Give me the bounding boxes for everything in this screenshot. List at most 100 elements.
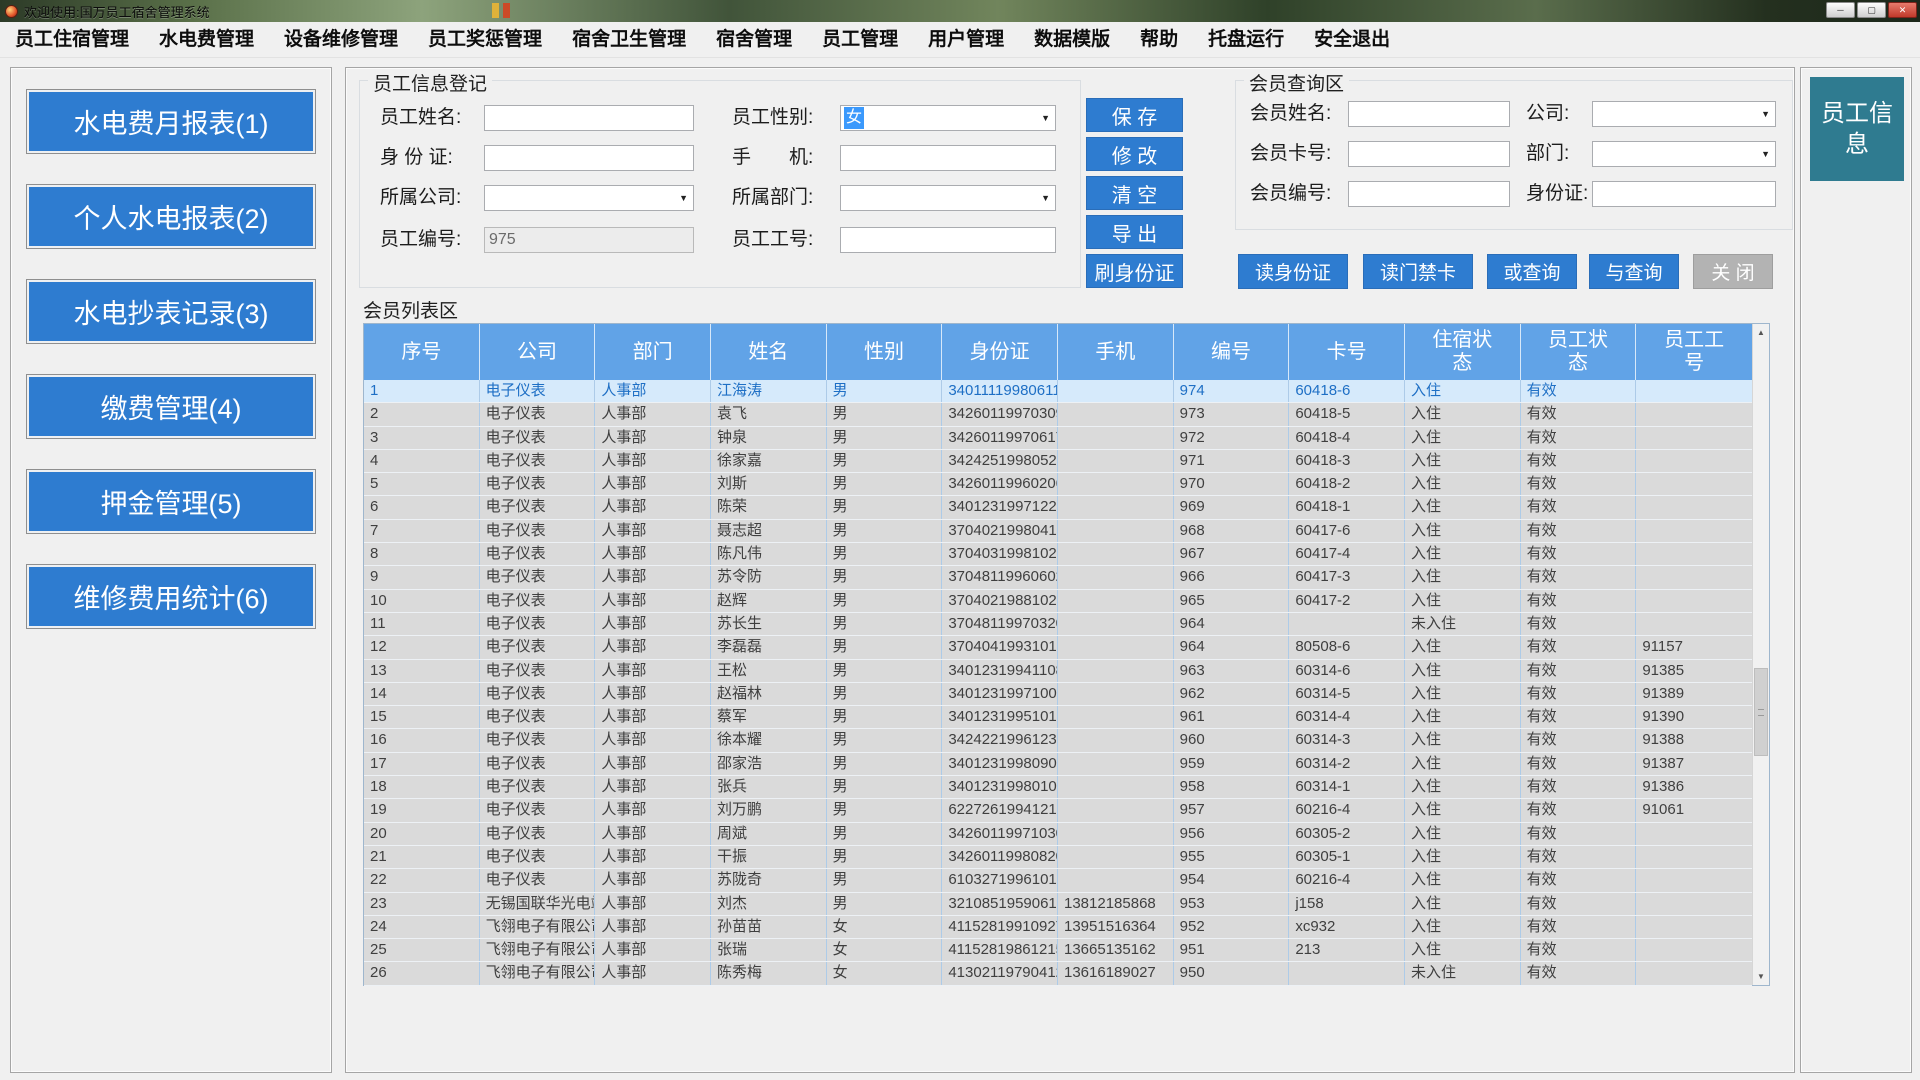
employee-workno-input[interactable] [840,227,1056,253]
sidebar-button-1[interactable]: 水电费月报表(1) [26,89,316,154]
scroll-up-icon[interactable]: ▲ [1753,324,1769,341]
cell: 1 [364,380,480,402]
table-row[interactable]: 25飞翎电子有限公司人事部张瑞女4115281986121529...13665… [364,939,1752,962]
table-row[interactable]: 2电子仪表人事部袁飞男3426011997030946...97360418-5… [364,403,1752,426]
chevron-down-icon: ▼ [679,194,688,203]
read-idcard-query-button[interactable]: 读身份证 [1238,254,1348,289]
clear-button[interactable]: 清 空 [1086,176,1183,210]
table-row[interactable]: 4电子仪表人事部徐家嘉男3424251998052705...97160418-… [364,450,1752,473]
table-row[interactable]: 19电子仪表人事部刘万鹏男6227261994121530...95760216… [364,799,1752,822]
table-row[interactable]: 13电子仪表人事部王松男3401231994110848...96360314-… [364,660,1752,683]
cell: 3401231997122516... [942,496,1058,518]
table-row[interactable]: 1电子仪表人事部江海涛男3401111998061105...97460418-… [364,380,1752,403]
cell: 60314-5 [1289,683,1405,705]
chevron-down-icon: ▼ [1761,110,1770,119]
employee-department-combo[interactable]: ▼ [840,185,1056,211]
table-row[interactable]: 8电子仪表人事部陈凡伟男3704031998102841...96760417-… [364,543,1752,566]
query-idcard-input[interactable] [1592,181,1776,207]
employee-info-button[interactable]: 员工信息 [1810,77,1904,181]
sidebar-panel: 水电费月报表(1) 个人水电报表(2) 水电抄表记录(3) 缴费管理(4) 押金管理(5… [10,67,332,1073]
query-company-combo[interactable]: ▼ [1592,101,1776,127]
menu-item-2[interactable]: 水电费管理 [144,22,269,57]
employee-company-combo[interactable]: ▼ [484,185,694,211]
menu-item-6[interactable]: 宿舍管理 [701,22,807,57]
menu-item-7[interactable]: 员工管理 [807,22,913,57]
member-card-input[interactable] [1348,141,1510,167]
minimize-button[interactable]: ─ [1826,2,1855,18]
cell [1058,613,1174,635]
employee-mobile-input[interactable] [840,145,1056,171]
menu-item-9[interactable]: 数据模版 [1019,22,1125,57]
member-name-input[interactable] [1348,101,1510,127]
table-row[interactable]: 11电子仪表人事部苏长生男3704811997032038...964未入住有效 [364,613,1752,636]
cell: 人事部 [595,776,711,798]
sidebar-button-3[interactable]: 水电抄表记录(3) [26,279,316,344]
read-doorcard-button[interactable]: 读门禁卡 [1363,254,1473,289]
cell: 电子仪表 [480,590,596,612]
menu-item-12[interactable]: 安全退出 [1299,22,1405,57]
menu-item-3[interactable]: 设备维修管理 [269,22,413,57]
table-row[interactable]: 10电子仪表人事部赵辉男3704021988102453...96560417-… [364,590,1752,613]
cell: 人事部 [595,636,711,658]
close-query-button[interactable]: 关 闭 [1693,254,1773,289]
modify-button[interactable]: 修 改 [1086,137,1183,171]
query-department-combo[interactable]: ▼ [1592,141,1776,167]
table-row[interactable]: 12电子仪表人事部李磊磊男3704041993101250...96480508… [364,636,1752,659]
cell: 苏陇奇 [711,869,827,891]
cell: 3424221996123052... [942,729,1058,751]
cell: 无锡国联华光电站... [480,893,596,915]
close-button[interactable]: ✕ [1888,2,1917,18]
cell [1058,683,1174,705]
or-query-button[interactable]: 或查询 [1487,254,1577,289]
table-row[interactable]: 26飞翎电子有限公司人事部陈秀梅女4130211979041219...1361… [364,962,1752,985]
sidebar-button-6[interactable]: 维修费用统计(6) [26,564,316,629]
sidebar-button-5[interactable]: 押金管理(5) [26,469,316,534]
table-row[interactable]: 22电子仪表人事部苏陇奇男6103271996101234...95460216… [364,869,1752,892]
cell: 4115281986121529... [942,939,1058,961]
menu-item-8[interactable]: 用户管理 [913,22,1019,57]
cell: 电子仪表 [480,753,596,775]
table-row[interactable]: 23无锡国联华光电站...人事部刘杰男3210851959061318...13… [364,893,1752,916]
export-button[interactable]: 导 出 [1086,215,1183,249]
cell [1289,962,1405,984]
table-row[interactable]: 18电子仪表人事部张兵男3401231998010348...95860314-… [364,776,1752,799]
table-row[interactable]: 20电子仪表人事部周斌男3426011997103040...95660305-… [364,823,1752,846]
employee-gender-value: 女 [844,107,864,129]
scroll-down-icon[interactable]: ▼ [1753,968,1769,985]
table-row[interactable]: 14电子仪表人事部赵福林男3401231997100572...96260314… [364,683,1752,706]
sidebar-button-4[interactable]: 缴费管理(4) [26,374,316,439]
employee-name-input[interactable] [484,105,694,131]
cell: 有效 [1521,566,1637,588]
table-row[interactable]: 24飞翎电子有限公司人事部孙苗苗女4115281991092729...1395… [364,916,1752,939]
scrollbar-thumb[interactable] [1754,668,1768,756]
employee-idcard-input[interactable] [484,145,694,171]
cell: 11 [364,613,480,635]
table-row[interactable]: 17电子仪表人事部邵家浩男3401231998090820...95960314… [364,753,1752,776]
and-query-button[interactable]: 与查询 [1589,254,1679,289]
table-row[interactable]: 7电子仪表人事部聂志超男3704021998041453...96860417-… [364,520,1752,543]
save-button[interactable]: 保 存 [1086,98,1183,132]
table-row[interactable]: 21电子仪表人事部干振男3426011998082002...95560305-… [364,846,1752,869]
member-no-input[interactable] [1348,181,1510,207]
menu-item-4[interactable]: 员工奖惩管理 [413,22,557,57]
cell: 电子仪表 [480,706,596,728]
query-company-label: 公司: [1526,101,1569,127]
table-row[interactable]: 3电子仪表人事部钟泉男3426011997061753...97260418-4… [364,427,1752,450]
table-row[interactable]: 6电子仪表人事部陈荣男3401231997122516...96960418-1… [364,496,1752,519]
table-row[interactable]: 9电子仪表人事部苏令防男3704811996060238...96660417-… [364,566,1752,589]
table-row[interactable]: 15电子仪表人事部蔡军男3401231995101562...96160314-… [364,706,1752,729]
employee-gender-combo[interactable]: 女 ▼ [840,105,1056,131]
menu-item-11[interactable]: 托盘运行 [1193,22,1299,57]
cell: 飞翎电子有限公司 [480,939,596,961]
cell: 入住 [1405,939,1521,961]
sidebar-button-2[interactable]: 个人水电报表(2) [26,184,316,249]
table-row[interactable]: 16电子仪表人事部徐本耀男3424221996123052...96060314… [364,729,1752,752]
menu-item-5[interactable]: 宿舍卫生管理 [557,22,701,57]
menu-item-1[interactable]: 员工住宿管理 [0,22,144,57]
cell: 有效 [1521,916,1637,938]
table-scrollbar[interactable]: ▲ ▼ [1752,324,1769,985]
menu-item-10[interactable]: 帮助 [1125,22,1193,57]
table-row[interactable]: 5电子仪表人事部刘斯男3426011996020671...97060418-2… [364,473,1752,496]
maximize-button[interactable]: ▢ [1857,2,1886,18]
read-idcard-button[interactable]: 刷身份证 [1086,254,1183,288]
